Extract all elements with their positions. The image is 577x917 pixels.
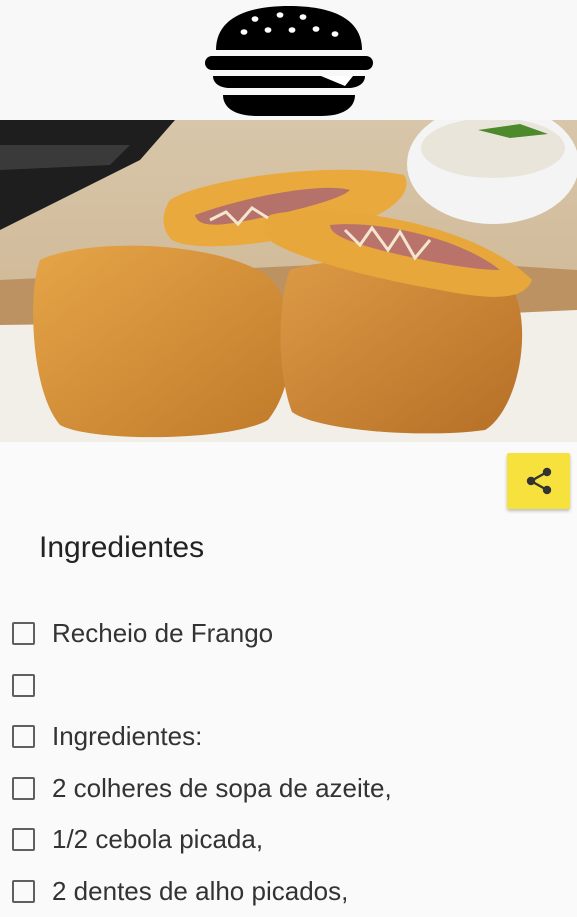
ingredient-checkbox[interactable] xyxy=(12,725,35,748)
ingredient-item[interactable]: 2 colheres de sopa de azeite, xyxy=(0,763,577,815)
ingredient-label: 2 colheres de sopa de azeite, xyxy=(52,771,392,805)
ingredient-item[interactable]: 1/2 cebola picada, xyxy=(0,814,577,866)
ingredient-item[interactable]: Ingredientes: xyxy=(0,711,577,763)
ingredient-checkbox[interactable] xyxy=(12,828,35,851)
ingredient-checkbox[interactable] xyxy=(12,880,35,903)
ingredient-item[interactable] xyxy=(0,660,577,712)
recipe-photo xyxy=(0,120,577,442)
app-header xyxy=(0,0,577,120)
ingredient-label: Recheio de Frango xyxy=(52,616,273,650)
ingredient-label: Ingredientes: xyxy=(52,719,202,753)
ingredients-heading: Ingredientes xyxy=(39,528,204,568)
ingredient-checkbox[interactable] xyxy=(12,674,35,697)
ingredient-checkbox[interactable] xyxy=(12,622,35,645)
ingredients-list: Recheio de Frango Ingredientes: 2 colher… xyxy=(0,608,577,917)
share-icon xyxy=(523,465,555,497)
ingredient-item[interactable]: 2 dentes de alho picados, xyxy=(0,866,577,917)
share-button[interactable] xyxy=(507,453,570,509)
ingredient-label: 1/2 cebola picada, xyxy=(52,822,263,856)
ingredient-label: 2 dentes de alho picados, xyxy=(52,874,348,908)
fried-chicken-pastry-image xyxy=(0,120,577,442)
burger-icon xyxy=(203,4,375,118)
ingredient-checkbox[interactable] xyxy=(12,777,35,800)
ingredient-item[interactable]: Recheio de Frango xyxy=(0,608,577,660)
